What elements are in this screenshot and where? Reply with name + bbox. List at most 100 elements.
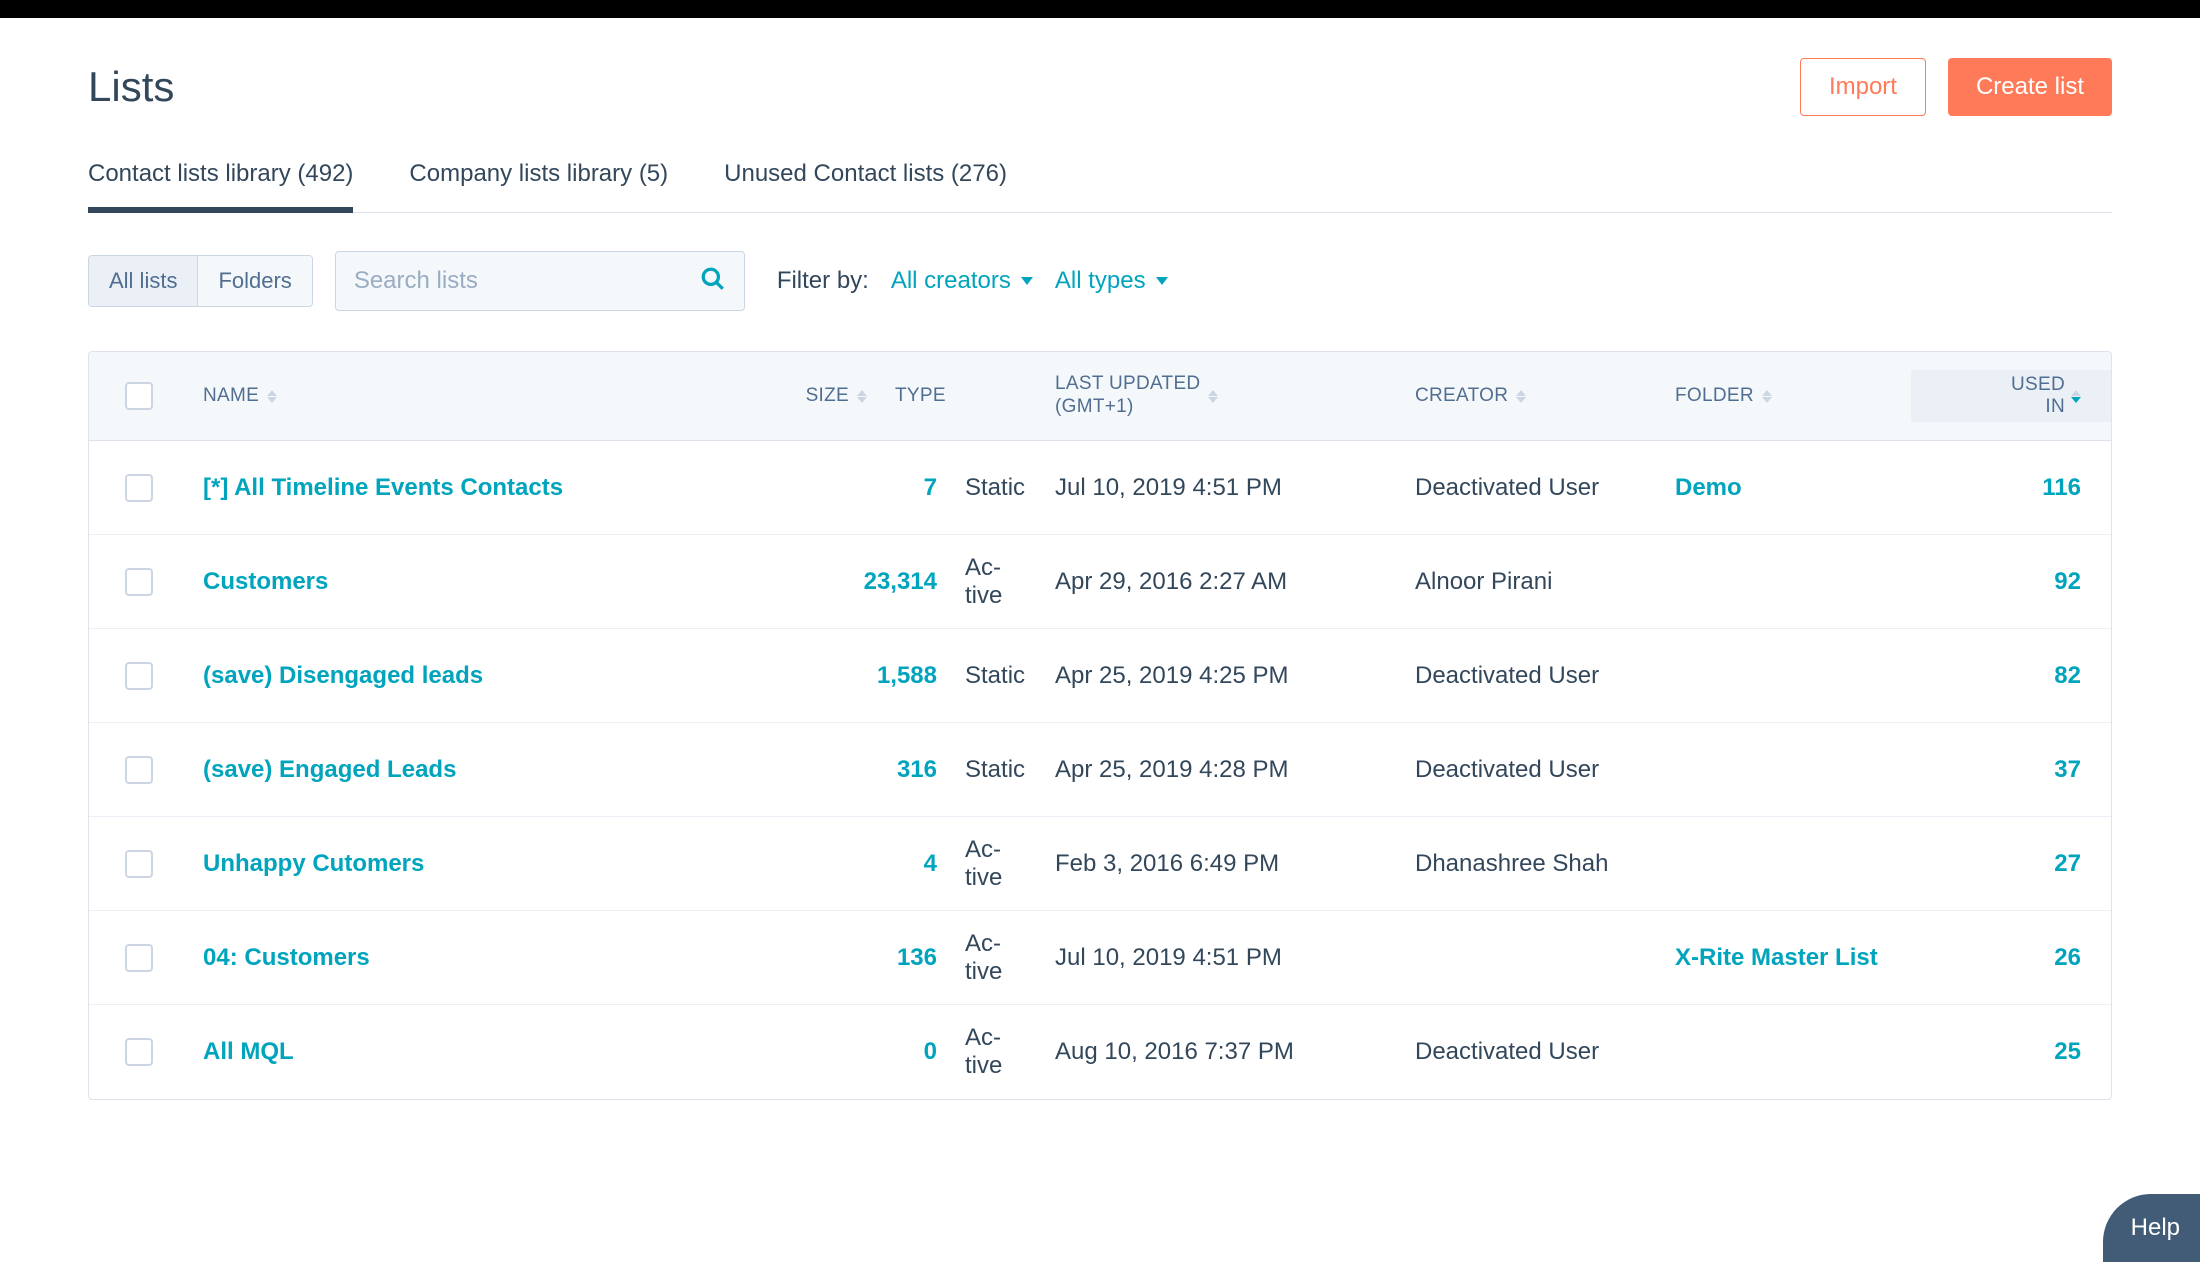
col-used-label-2: IN — [2011, 396, 2065, 418]
col-updated-label-1: LAST UPDATED — [1055, 373, 1200, 396]
list-used-in[interactable]: 37 — [1911, 756, 2111, 784]
list-type: Ac­tive — [951, 836, 1041, 892]
col-header-type: TYPE — [881, 385, 1041, 407]
search-icon[interactable] — [700, 266, 726, 297]
row-checkbox[interactable] — [125, 756, 153, 784]
list-creator: Deactivated User — [1401, 662, 1661, 690]
filter-by-label: Filter by: — [777, 267, 869, 295]
list-folder[interactable]: Demo — [1661, 474, 1911, 502]
list-type: Static — [951, 756, 1041, 784]
import-button[interactable]: Import — [1800, 58, 1926, 116]
col-creator-label: CREATOR — [1415, 385, 1508, 407]
list-creator: Deactivated User — [1401, 474, 1661, 502]
sort-icon — [1208, 390, 1218, 403]
lists-table: NAME SIZE TYPE LAST UPDATED (GMT+1) CREA… — [88, 351, 2112, 1100]
list-updated: Apr 25, 2019 4:28 PM — [1041, 756, 1401, 784]
list-name-link[interactable]: Unhappy Cutomers — [203, 850, 424, 877]
list-name-link[interactable]: (save) Disengaged leads — [203, 662, 483, 689]
row-checkbox[interactable] — [125, 474, 153, 502]
col-header-size[interactable]: SIZE — [691, 385, 881, 407]
table-row: Customers 23,314 Ac­tive Apr 29, 2016 2:… — [89, 535, 2111, 629]
list-size: 1,588 — [761, 662, 951, 690]
list-name-link[interactable]: (save) Engaged Leads — [203, 756, 456, 783]
list-updated: Feb 3, 2016 6:49 PM — [1041, 850, 1401, 878]
list-updated: Jul 10, 2019 4:51 PM — [1041, 474, 1401, 502]
tab-contact-lists[interactable]: Contact lists library (492) — [88, 150, 353, 212]
col-folder-label: FOLDER — [1675, 385, 1754, 407]
list-creator: Deactivated User — [1401, 756, 1661, 784]
top-app-bar — [0, 0, 2200, 18]
list-size: 316 — [761, 756, 951, 784]
col-header-name[interactable]: NAME — [189, 385, 691, 407]
sort-icon — [1762, 390, 1772, 403]
col-header-folder[interactable]: FOLDER — [1661, 385, 1911, 407]
sort-icon — [267, 390, 277, 403]
row-checkbox[interactable] — [125, 662, 153, 690]
row-checkbox[interactable] — [125, 850, 153, 878]
list-type: Ac­tive — [951, 930, 1041, 986]
list-folder[interactable]: X-Rite Master List — [1661, 944, 1911, 972]
col-updated-label-2: (GMT+1) — [1055, 396, 1200, 419]
col-header-creator[interactable]: CREATOR — [1401, 385, 1661, 407]
filter-creators-label: All creators — [891, 267, 1011, 295]
list-name-link[interactable]: Customers — [203, 568, 328, 595]
list-name-link[interactable]: [*] All Timeline Events Contacts — [203, 474, 563, 501]
row-checkbox[interactable] — [125, 944, 153, 972]
list-size: 23,314 — [761, 568, 951, 596]
page-title: Lists — [88, 63, 174, 111]
sort-icon — [1516, 390, 1526, 403]
list-size: 4 — [761, 850, 951, 878]
col-header-updated[interactable]: LAST UPDATED (GMT+1) — [1041, 373, 1401, 419]
table-row: [*] All Timeline Events Contacts 7 Stati… — [89, 441, 2111, 535]
search-input[interactable] — [354, 267, 700, 295]
sort-icon — [2071, 390, 2081, 403]
col-type-label: TYPE — [895, 385, 946, 406]
list-updated: Apr 29, 2016 2:27 AM — [1041, 568, 1401, 596]
tab-unused-contact-lists[interactable]: Unused Contact lists (276) — [724, 150, 1007, 212]
col-header-used-in[interactable]: USED IN — [1911, 370, 2111, 422]
chevron-down-icon — [1156, 277, 1168, 285]
table-row: All MQL 0 Ac­tive Aug 10, 2016 7:37 PM D… — [89, 1005, 2111, 1099]
table-row: Unhappy Cutomers 4 Ac­tive Feb 3, 2016 6… — [89, 817, 2111, 911]
table-row: (save) Disengaged leads 1,588 Static Apr… — [89, 629, 2111, 723]
list-size: 136 — [761, 944, 951, 972]
row-checkbox[interactable] — [125, 1038, 153, 1066]
col-size-label: SIZE — [806, 385, 849, 407]
view-toggle: All lists Folders — [88, 255, 313, 307]
toggle-folders[interactable]: Folders — [198, 256, 311, 306]
filter-types[interactable]: All types — [1055, 267, 1168, 295]
table-row: 04: Customers 136 Ac­tive Jul 10, 2019 4… — [89, 911, 2111, 1005]
list-used-in[interactable]: 82 — [1911, 662, 2111, 690]
list-used-in[interactable]: 116 — [1911, 474, 2111, 502]
list-creator: Dhanashree Shah — [1401, 850, 1661, 878]
filter-types-label: All types — [1055, 267, 1146, 295]
list-updated: Apr 25, 2019 4:25 PM — [1041, 662, 1401, 690]
list-name-link[interactable]: 04: Customers — [203, 944, 370, 971]
table-row: (save) Engaged Leads 316 Static Apr 25, … — [89, 723, 2111, 817]
col-used-label-1: USED — [2011, 374, 2065, 396]
list-size: 0 — [761, 1038, 951, 1066]
list-creator: Deactivated User — [1401, 1038, 1661, 1066]
list-name-link[interactable]: All MQL — [203, 1038, 294, 1065]
sort-icon — [857, 390, 867, 403]
col-name-label: NAME — [203, 385, 259, 407]
list-type: Ac­tive — [951, 554, 1041, 610]
help-button[interactable]: Help — [2103, 1194, 2200, 1262]
filter-creators[interactable]: All creators — [891, 267, 1033, 295]
row-checkbox[interactable] — [125, 568, 153, 596]
list-used-in[interactable]: 25 — [1911, 1038, 2111, 1066]
tab-company-lists[interactable]: Company lists library (5) — [409, 150, 668, 212]
list-type: Ac­tive — [951, 1024, 1041, 1080]
table-header: NAME SIZE TYPE LAST UPDATED (GMT+1) CREA… — [89, 352, 2111, 441]
list-type: Static — [951, 474, 1041, 502]
list-type: Static — [951, 662, 1041, 690]
create-list-button[interactable]: Create list — [1948, 58, 2112, 116]
list-creator: Alnoor Pirani — [1401, 568, 1661, 596]
search-wrapper — [335, 251, 745, 311]
select-all-checkbox[interactable] — [125, 382, 153, 410]
list-used-in[interactable]: 27 — [1911, 850, 2111, 878]
list-used-in[interactable]: 26 — [1911, 944, 2111, 972]
list-updated: Aug 10, 2016 7:37 PM — [1041, 1038, 1401, 1066]
list-used-in[interactable]: 92 — [1911, 568, 2111, 596]
toggle-all-lists[interactable]: All lists — [89, 256, 198, 306]
